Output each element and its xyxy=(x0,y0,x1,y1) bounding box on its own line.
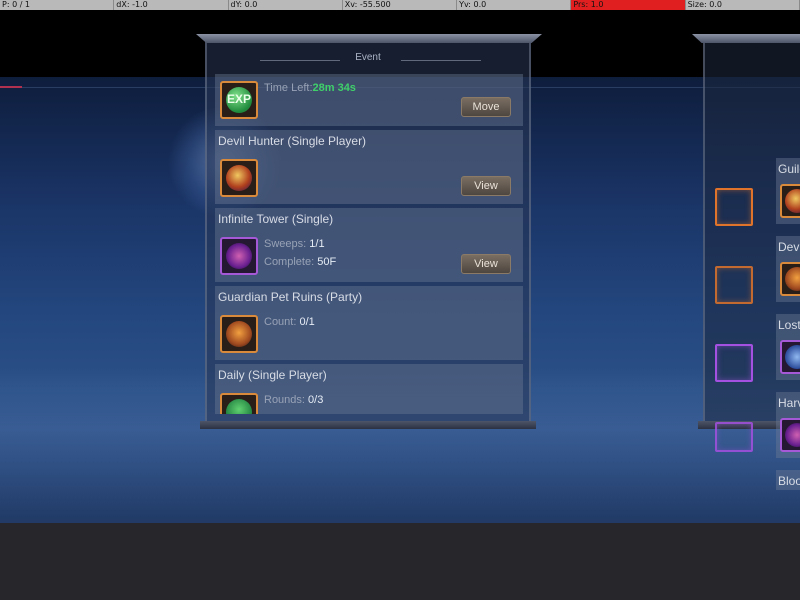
letterbox-bottom xyxy=(0,523,800,600)
complete-value: 50F xyxy=(317,256,337,268)
frame-slot-4[interactable] xyxy=(715,422,753,452)
devil-icon xyxy=(780,262,800,296)
side-panel-cap xyxy=(692,34,800,43)
debug-xv: Xv: -55.500 xyxy=(343,0,458,10)
event-card-devil-hunter: Devil Hunter (Single Player) View xyxy=(215,130,523,204)
complete-row: Complete: 50F xyxy=(264,256,336,268)
event-list[interactable]: EXP Time Left:28m 34s Move Devil Hunter … xyxy=(215,74,523,414)
rounds-label: Rounds: xyxy=(264,394,305,406)
lost-icon xyxy=(780,340,800,374)
daily-orb-icon xyxy=(220,393,258,414)
lost-graphic xyxy=(785,345,800,369)
side-card-guild[interactable]: Guild xyxy=(776,158,800,224)
sweeps-value: 1/1 xyxy=(309,238,325,250)
event-card-title: Daily (Single Player) xyxy=(218,368,327,382)
side-card-title: Lost xyxy=(778,318,800,332)
time-left-value: 28m 34s xyxy=(312,82,356,94)
side-card-title: Devi xyxy=(778,240,800,254)
tower-gem-graphic xyxy=(226,243,252,269)
event-panel-title: Event xyxy=(355,52,381,63)
guardian-egg-icon xyxy=(220,315,258,353)
count-row: Count: 0/1 xyxy=(264,316,315,328)
side-card-blood[interactable]: Bloo xyxy=(776,470,800,490)
event-card-infinite-tower: Infinite Tower (Single) Sweeps: 1/1 Comp… xyxy=(215,208,523,282)
rounds-row: Rounds: 0/3 xyxy=(264,394,323,406)
complete-label: Complete: xyxy=(264,256,315,268)
daily-orb-graphic xyxy=(226,399,252,414)
side-card-title: Guild xyxy=(778,162,800,176)
guild-graphic xyxy=(785,189,800,213)
frame-slot-3[interactable] xyxy=(715,344,753,382)
view-button-devil-hunter[interactable]: View xyxy=(461,176,511,196)
guild-icon xyxy=(780,184,800,218)
debug-overlay-bar: P: 0 / 1 dX: -1.0 dY: 0.0 Xv: -55.500 Yv… xyxy=(0,0,800,10)
frame-slot-2[interactable] xyxy=(715,266,753,304)
side-card-devil[interactable]: Devi xyxy=(776,236,800,302)
debug-yv: Yv: 0.0 xyxy=(457,0,572,10)
event-panel-foot xyxy=(200,421,536,429)
time-left-row: Time Left:28m 34s xyxy=(264,82,356,94)
red-accent-line xyxy=(0,86,22,88)
event-panel-header: Event xyxy=(205,52,531,68)
debug-dy: dY: 0.0 xyxy=(229,0,343,10)
event-card-daily: Daily (Single Player) Rounds: 0/3 xyxy=(215,364,523,414)
event-card-guardian-pet: Guardian Pet Ruins (Party) Count: 0/1 xyxy=(215,286,523,360)
frame-slot-1[interactable] xyxy=(715,188,753,226)
time-left-label: Time Left: xyxy=(264,82,313,94)
guardian-egg-graphic xyxy=(226,321,252,347)
sweeps-label: Sweeps: xyxy=(264,238,307,250)
side-card-harvest[interactable]: Harv xyxy=(776,392,800,458)
sweeps-row: Sweeps: 1/1 xyxy=(264,238,325,250)
debug-dx: dX: -1.0 xyxy=(114,0,229,10)
tower-gem-icon xyxy=(220,237,258,275)
count-value: 0/1 xyxy=(299,316,315,328)
event-card-exp: EXP Time Left:28m 34s Move xyxy=(215,74,523,126)
debug-pressure: Prs: 1.0 xyxy=(571,0,686,10)
rounds-value: 0/3 xyxy=(308,394,324,406)
debug-pointer-count: P: 0 / 1 xyxy=(0,0,115,10)
devil-dragon-icon xyxy=(220,159,258,197)
devil-dragon-graphic xyxy=(226,165,252,191)
view-button-infinite-tower[interactable]: View xyxy=(461,254,511,274)
move-button[interactable]: Move xyxy=(461,97,511,117)
event-card-title: Guardian Pet Ruins (Party) xyxy=(218,290,363,304)
side-card-lost[interactable]: Lost xyxy=(776,314,800,380)
debug-size: Size: 0.0 xyxy=(686,0,800,10)
event-card-title: Infinite Tower (Single) xyxy=(218,212,334,226)
count-label: Count: xyxy=(264,316,297,328)
side-card-title: Harv xyxy=(778,396,800,410)
title-ornament-right xyxy=(401,60,481,61)
event-panel-cap xyxy=(196,34,542,43)
harvest-icon xyxy=(780,418,800,452)
event-card-title: Devil Hunter (Single Player) xyxy=(218,134,367,148)
exp-orb-label: EXP xyxy=(226,92,251,106)
exp-orb-icon: EXP xyxy=(220,81,258,119)
devil-graphic xyxy=(785,267,800,291)
harvest-graphic xyxy=(785,423,800,447)
side-card-title: Bloo xyxy=(778,474,800,488)
